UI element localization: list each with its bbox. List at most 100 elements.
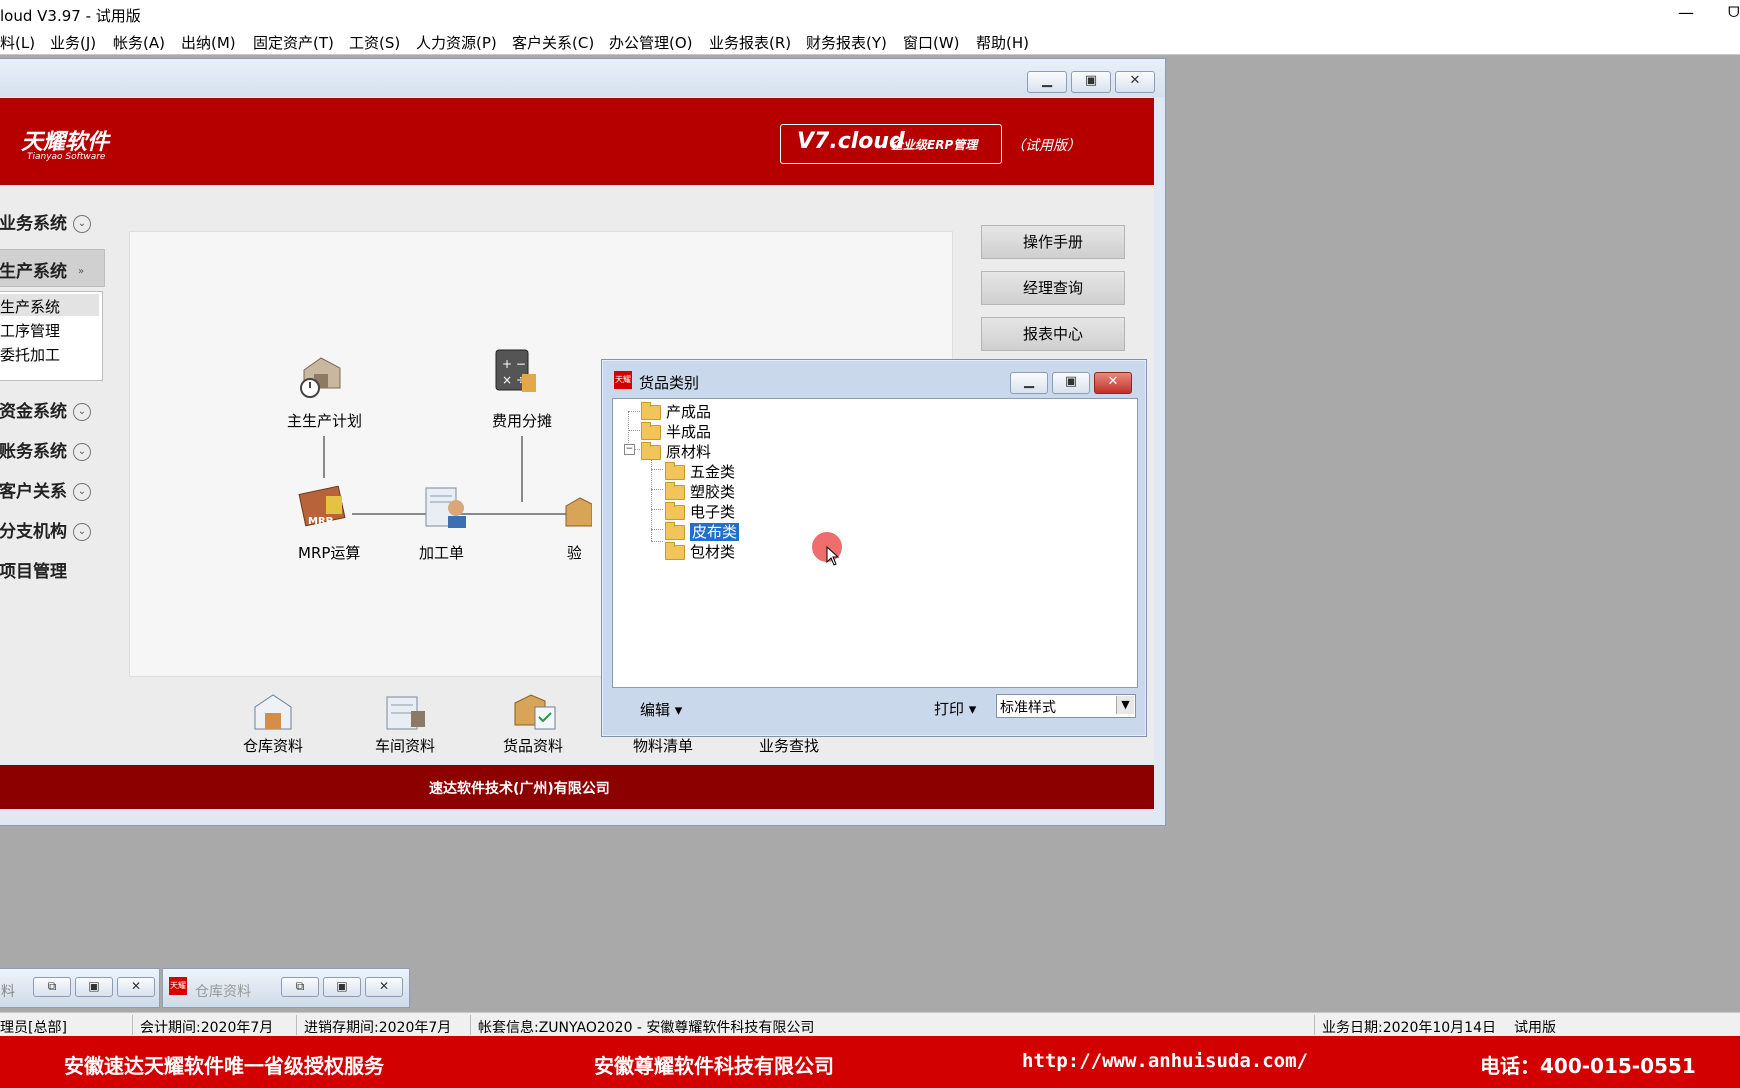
nav-group-production[interactable]: 生产系统 » [0, 257, 89, 282]
menu-hr[interactable]: 人力资源(P) [416, 32, 497, 53]
nav-group-label: 业务系统 [0, 214, 67, 234]
style-select[interactable]: 标准样式 ▼ [996, 694, 1136, 718]
print-menu-button[interactable]: 打印 ▾ [934, 698, 976, 719]
menu-finance-reports[interactable]: 财务报表(Y) [806, 32, 887, 53]
nav-group-accounting[interactable]: 账务系统 ⌄ [0, 437, 91, 462]
flow-label-work-order[interactable]: 加工单 [419, 542, 464, 563]
nav-group-funds[interactable]: 资金系统 ⌄ [0, 397, 91, 422]
flow-label-mrp[interactable]: MRP运算 [298, 542, 360, 563]
chevron-down-icon: ⌄ [73, 403, 91, 421]
category-tree: − 产成品 半成品 原材料 五金类 塑胶类 电子类 皮布类 包材类 [612, 398, 1138, 688]
nav-sublist: 生产系统 工序管理 委托加工 [0, 291, 103, 381]
restore-icon[interactable]: ⧉ [281, 977, 319, 997]
maximize-icon[interactable]: ▣ [75, 977, 113, 997]
menu-window[interactable]: 窗口(W) [903, 32, 960, 53]
dialog-minimize-button[interactable]: ▁ [1010, 372, 1048, 394]
manual-button[interactable]: 操作手册 [981, 225, 1125, 259]
app-restore-button[interactable]: ᗜ [1728, 0, 1740, 28]
close-icon[interactable]: ✕ [117, 977, 155, 997]
warehouse-icon[interactable] [249, 689, 297, 733]
nav-group-crm[interactable]: 客户关系 ⌄ [0, 477, 91, 502]
nav-group-label: 生产系统 [0, 262, 67, 282]
promo-url[interactable]: http://www.anhuisuda.com/ [1022, 1050, 1308, 1072]
quick-warehouse-label[interactable]: 仓库资料 [243, 735, 303, 756]
quick-workshop-label[interactable]: 车间资料 [375, 735, 435, 756]
nav-sub-outsourcing[interactable]: 委托加工 [0, 344, 60, 365]
menu-office[interactable]: 办公管理(O) [609, 32, 693, 53]
flow-label-cost-allocation[interactable]: 费用分摊 [492, 410, 552, 431]
dialog-toolbar: 编辑 ▾ 打印 ▾ 标准样式 ▼ [612, 688, 1136, 726]
goods-icon[interactable] [511, 689, 559, 733]
tree-node-hardware[interactable]: 五金类 [665, 461, 735, 482]
tree-node-leather-selected[interactable]: 皮布类 [665, 521, 740, 542]
flow-label-acceptance[interactable]: 验收 [567, 542, 581, 563]
status-bar: 理员[总部] 会计期间:2020年7月 进销存期间:2020年7月 帐套信息:Z… [0, 1012, 1740, 1037]
tree-node-plastic[interactable]: 塑胶类 [665, 481, 735, 502]
edition-label: （试用版） [1011, 138, 1081, 154]
dialog-close-button[interactable]: ✕ [1094, 372, 1132, 394]
menu-payroll[interactable]: 工资(S) [349, 32, 400, 53]
folder-icon [641, 422, 661, 440]
menu-data[interactable]: 料(L) [0, 32, 35, 53]
footer-company: 速达软件技术(广州)有限公司 [429, 781, 610, 797]
flow-label-master-plan[interactable]: 主生产计划 [287, 410, 362, 431]
mrp-icon[interactable]: MRP [298, 482, 348, 532]
tree-node-label: 产成品 [666, 403, 712, 421]
tree-node-semi-finished[interactable]: 半成品 [641, 421, 711, 442]
menu-help[interactable]: 帮助(H) [976, 32, 1029, 53]
nav-group-branches[interactable]: 分支机构 ⌄ [0, 517, 91, 542]
workshop-icon[interactable] [381, 689, 429, 733]
restore-icon[interactable]: ⧉ [33, 977, 71, 997]
flow-arrow [521, 436, 523, 502]
minimized-window-1[interactable]: 料 ⧉ ▣ ✕ [0, 968, 160, 1008]
status-accounting-period: 会计期间:2020年7月 [140, 1020, 274, 1036]
main-minimize-button[interactable]: ▁ [1027, 71, 1067, 93]
calculator-icon[interactable]: + − × ÷ [490, 346, 540, 396]
tree-node-electronics[interactable]: 电子类 [665, 501, 735, 522]
dialog-maximize-button[interactable]: ▣ [1052, 372, 1090, 394]
menu-accounts[interactable]: 帐务(A) [113, 32, 165, 53]
tree-node-label: 半成品 [666, 423, 712, 441]
tree-node-label: 五金类 [690, 463, 736, 481]
warehouse-plan-icon[interactable] [296, 348, 346, 398]
report-center-button[interactable]: 报表中心 [981, 317, 1125, 351]
close-icon[interactable]: ✕ [365, 977, 403, 997]
quick-goods-label[interactable]: 货品资料 [503, 735, 563, 756]
menu-crm[interactable]: 客户关系(C) [512, 32, 594, 53]
minimized-window-label: 仓库资料 [195, 984, 251, 1000]
manager-query-button[interactable]: 经理查询 [981, 271, 1125, 305]
menu-business-reports[interactable]: 业务报表(R) [709, 32, 791, 53]
quick-bom-label[interactable]: 物料清单 [633, 735, 693, 756]
promo-banner: 安徽速达天耀软件唯一省级授权服务 安徽尊耀软件科技有限公司 http://www… [0, 1036, 1740, 1088]
style-select-value: 标准样式 [1000, 700, 1056, 716]
maximize-icon[interactable]: ▣ [323, 977, 361, 997]
menu-cashier[interactable]: 出纳(M) [181, 32, 236, 53]
tree-line [628, 411, 640, 412]
tree-node-raw-materials[interactable]: 原材料 [641, 441, 711, 462]
folder-icon [665, 522, 685, 540]
collapse-toggle-icon[interactable]: − [624, 444, 635, 455]
folder-icon [665, 482, 685, 500]
minimized-window-2[interactable]: 天耀 仓库资料 ⧉ ▣ ✕ [162, 968, 410, 1008]
app-minimize-button[interactable]: — [1672, 0, 1700, 28]
edit-label: 编辑 [640, 701, 671, 719]
nav-sub-process[interactable]: 工序管理 [0, 320, 60, 341]
brand-banner: 天耀软件 Tianyao Software V7.cloud 企业级ERP管理 … [0, 98, 1154, 185]
menu-fixed-assets[interactable]: 固定资产(T) [253, 32, 334, 53]
edit-menu-button[interactable]: 编辑 ▾ [640, 699, 682, 720]
work-order-icon[interactable] [420, 482, 470, 532]
dialog-caption: 天耀 货品类别 ▁ ▣ ✕ [602, 360, 1146, 396]
dropdown-arrow-icon[interactable]: ▼ [1116, 696, 1134, 714]
tree-node-label: 塑胶类 [690, 483, 736, 501]
quick-search-label[interactable]: 业务查找 [759, 735, 819, 756]
tree-node-packaging[interactable]: 包材类 [665, 541, 735, 562]
nav-sub-production[interactable]: 生产系统 [0, 296, 60, 317]
main-maximize-button[interactable]: ▣ [1071, 71, 1111, 93]
nav-group-business[interactable]: 业务系统 ⌄ [0, 209, 91, 234]
tree-node-finished[interactable]: 产成品 [641, 401, 711, 422]
nav-group-projects[interactable]: 项目管理 [0, 557, 67, 582]
menu-business[interactable]: 业务(J) [50, 32, 96, 53]
box-icon[interactable] [562, 490, 592, 540]
main-close-button[interactable]: ✕ [1115, 71, 1155, 93]
tree-line [628, 430, 640, 431]
